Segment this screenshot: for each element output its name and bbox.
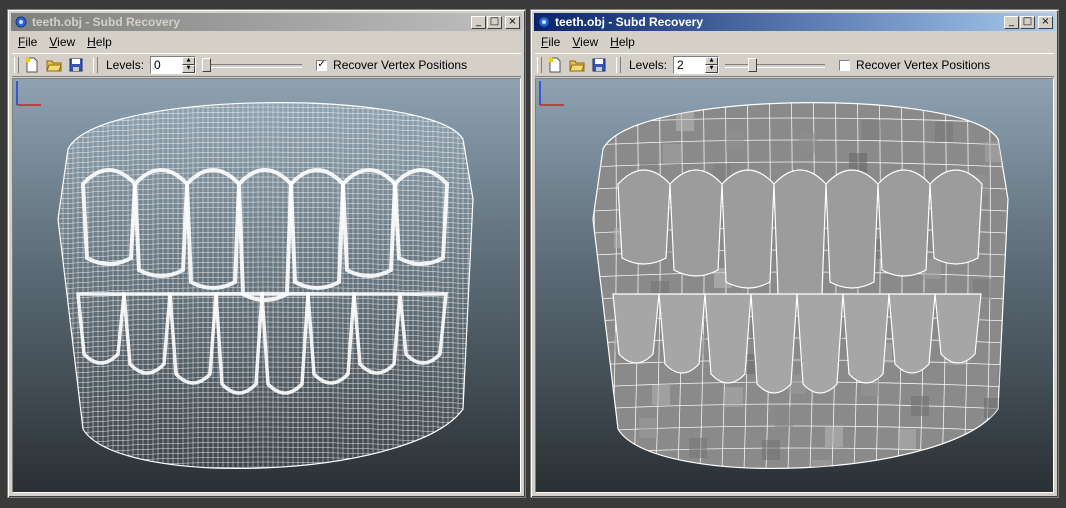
levels-spinner[interactable]: ▲▼ <box>673 56 720 74</box>
window-right: teeth.obj - Subd Recovery _ □ × File Vie… <box>530 9 1059 498</box>
checkbox-label: Recover Vertex Positions <box>333 58 468 72</box>
window-title: teeth.obj - Subd Recovery <box>555 15 704 29</box>
maximize-icon[interactable]: □ <box>1020 15 1035 29</box>
menu-view[interactable]: View <box>43 35 81 49</box>
open-folder-icon[interactable] <box>568 56 586 74</box>
menu-file[interactable]: File <box>12 35 43 49</box>
title-bar[interactable]: teeth.obj - Subd Recovery _ □ × <box>534 13 1055 31</box>
recover-vertex-checkbox[interactable]: Recover Vertex Positions <box>839 58 990 72</box>
axis-gizmo-icon <box>16 81 41 106</box>
close-icon[interactable]: × <box>505 15 520 29</box>
minimize-icon[interactable]: _ <box>471 15 486 29</box>
3d-viewport[interactable] <box>12 78 521 493</box>
checkbox-box[interactable] <box>839 59 851 71</box>
recover-vertex-checkbox[interactable]: ✓ Recover Vertex Positions <box>316 58 467 72</box>
gear-icon <box>538 16 550 28</box>
minimize-icon[interactable]: _ <box>1004 15 1019 29</box>
levels-label: Levels: <box>629 58 668 72</box>
axis-gizmo-icon <box>539 81 564 106</box>
teeth-wireframe-render <box>57 102 474 469</box>
toolbar: Levels: ▲▼ Recover Vertex Positions <box>535 53 1054 77</box>
toolbar-grip[interactable] <box>616 57 621 73</box>
menu-file[interactable]: File <box>535 35 566 49</box>
window-left: teeth.obj - Subd Recovery _ □ × File Vie… <box>7 9 526 498</box>
spin-down-icon[interactable]: ▼ <box>705 65 719 73</box>
slider-thumb[interactable] <box>202 58 212 72</box>
checkbox-label: Recover Vertex Positions <box>856 58 991 72</box>
3d-viewport[interactable] <box>535 78 1054 493</box>
title-bar[interactable]: teeth.obj - Subd Recovery _ □ × <box>11 13 522 31</box>
toolbar-grip[interactable] <box>537 57 542 73</box>
gear-icon <box>15 16 27 28</box>
toolbar-grip[interactable] <box>93 57 98 73</box>
save-icon[interactable] <box>590 56 608 74</box>
levels-slider[interactable] <box>202 56 303 74</box>
spin-down-icon[interactable]: ▼ <box>182 65 196 73</box>
menu-bar: File View Help <box>12 33 521 51</box>
menu-view[interactable]: View <box>566 35 604 49</box>
toolbar-grip[interactable] <box>14 57 19 73</box>
menu-help[interactable]: Help <box>81 35 118 49</box>
levels-input[interactable] <box>151 58 183 72</box>
levels-slider[interactable] <box>725 56 826 74</box>
checkbox-box[interactable]: ✓ <box>316 59 328 71</box>
slider-track <box>202 64 303 68</box>
menu-help[interactable]: Help <box>604 35 641 49</box>
maximize-icon[interactable]: □ <box>487 15 502 29</box>
teeth-shaded-mesh-render <box>592 102 1009 469</box>
slider-track <box>725 64 826 68</box>
toolbar: Levels: ▲▼ ✓ Recover Vertex Positions <box>12 53 521 77</box>
spin-up-icon[interactable]: ▲ <box>705 57 719 65</box>
open-folder-icon[interactable] <box>45 56 63 74</box>
window-title: teeth.obj - Subd Recovery <box>32 15 181 29</box>
slider-thumb[interactable] <box>748 58 758 72</box>
menu-bar: File View Help <box>535 33 1054 51</box>
close-icon[interactable]: × <box>1038 15 1053 29</box>
levels-input[interactable] <box>674 58 706 72</box>
new-file-icon[interactable] <box>546 56 564 74</box>
save-icon[interactable] <box>67 56 85 74</box>
levels-spinner[interactable]: ▲▼ <box>150 56 197 74</box>
new-file-icon[interactable] <box>23 56 41 74</box>
spin-up-icon[interactable]: ▲ <box>182 57 196 65</box>
levels-label: Levels: <box>106 58 145 72</box>
